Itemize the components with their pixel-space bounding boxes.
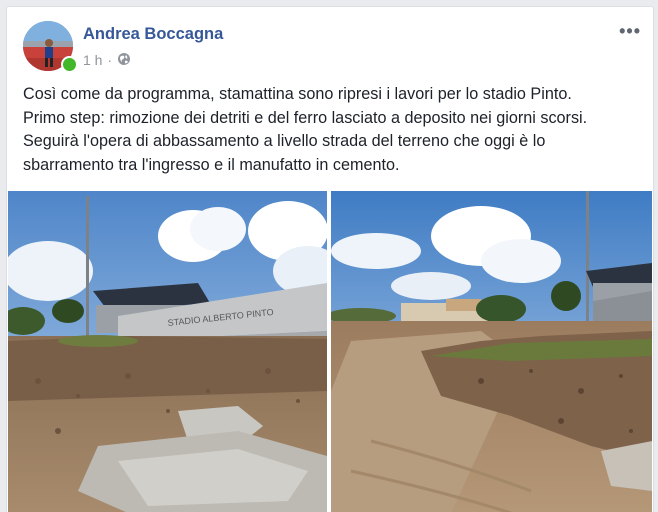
post-text-line: Primo step: rimozione dei detriti e del … — [23, 108, 588, 127]
post-photo-left[interactable]: STADIO ALBERTO PINTO — [8, 191, 327, 512]
online-status-dot — [61, 56, 78, 73]
post-text-line: Seguirà l'opera di abbassamento a livell… — [23, 132, 546, 150]
post-photo-right[interactable] — [331, 191, 652, 512]
post-text-line: sbarramento tra l'ingresso e il manufatt… — [23, 155, 400, 174]
meta-separator: · — [107, 52, 113, 68]
author-name[interactable]: Andrea Boccagna — [83, 25, 223, 44]
post-meta: 1 h · — [83, 51, 131, 69]
post-text-line: Così come da programma, stamattina sono … — [23, 85, 572, 103]
post-card: Andrea Boccagna 1 h · ••• Così come da p… — [6, 6, 654, 512]
post-text: Così come da programma, stamattina sono … — [23, 83, 643, 177]
more-dots-icon[interactable]: ••• — [619, 21, 641, 42]
post-timestamp[interactable]: 1 h — [83, 52, 102, 68]
globe-icon[interactable] — [117, 52, 131, 69]
